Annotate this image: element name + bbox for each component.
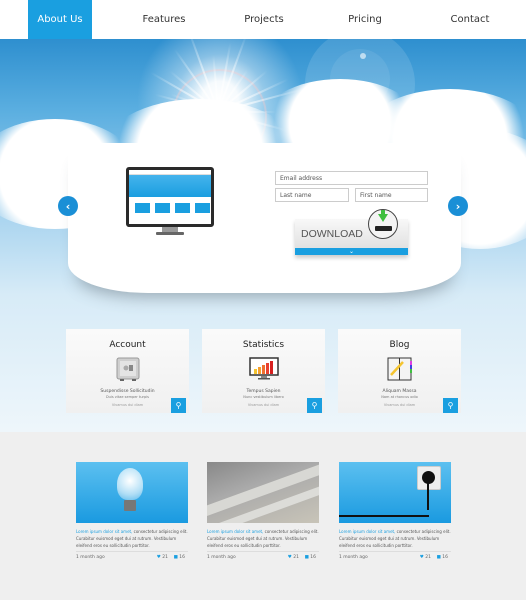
post-link[interactable]: Lorem ipsum dolor sit amet, — [339, 529, 395, 534]
download-label: DOWNLOAD — [301, 228, 363, 240]
search-button[interactable]: ⚲ — [443, 398, 458, 413]
post-link[interactable]: Lorem ipsum dolor sit amet, — [207, 529, 263, 534]
search-button[interactable]: ⚲ — [171, 398, 186, 413]
comments-count[interactable]: ■ 16 — [174, 555, 185, 560]
search-icon: ⚲ — [447, 401, 454, 410]
feature-card-statistics: Statistics Tempus Sapien Nunc vestibulum… — [202, 329, 325, 413]
blog-post: Lorem ipsum dolor sit amet, consectetur … — [207, 462, 319, 565]
hero-banner: Email address Last name First name DOWNL… — [0, 39, 526, 432]
likes-count[interactable]: ♥ 21 — [288, 555, 299, 560]
nav-features[interactable]: Features — [126, 0, 202, 39]
search-icon: ⚲ — [311, 401, 318, 410]
notebook-pencil-icon — [387, 357, 413, 385]
nav-pricing[interactable]: Pricing — [327, 0, 403, 39]
abstract-stripes-image[interactable] — [207, 462, 319, 523]
post-link[interactable]: Lorem ipsum dolor sit amet, — [76, 529, 132, 534]
likes-count[interactable]: ♥ 21 — [157, 555, 168, 560]
card-title: Blog — [389, 340, 410, 350]
likes-count[interactable]: ♥ 21 — [420, 555, 431, 560]
slider-next-button[interactable]: › — [448, 196, 468, 216]
heart-icon: ♥ — [287, 555, 292, 560]
light-bulb-image[interactable] — [76, 462, 188, 523]
nav-contact[interactable]: Contact — [432, 0, 508, 39]
post-date: 1 month ago — [207, 555, 236, 560]
card-title: Statistics — [242, 340, 285, 350]
power-plug-image[interactable] — [339, 462, 451, 523]
comments-count[interactable]: ■ 16 — [305, 555, 316, 560]
hero-panel: Email address Last name First name DOWNL… — [68, 143, 461, 293]
heart-icon: ♥ — [156, 555, 161, 560]
card-title: Account — [109, 340, 146, 350]
monitor-illustration — [126, 167, 214, 227]
blog-post: Lorem ipsum dolor sit amet, consectetur … — [339, 462, 451, 565]
lens-flare-dot — [360, 53, 366, 59]
comment-icon: ■ — [304, 555, 309, 560]
slider-prev-button[interactable]: ‹ — [58, 196, 78, 216]
search-icon: ⚲ — [175, 401, 182, 410]
chevron-down-icon: ⌄ — [295, 248, 408, 255]
post-date: 1 month ago — [76, 555, 105, 560]
nav-projects[interactable]: Projects — [226, 0, 302, 39]
post-date: 1 month ago — [339, 555, 368, 560]
search-button[interactable]: ⚲ — [307, 398, 322, 413]
heart-icon: ♥ — [419, 555, 424, 560]
safe-icon — [116, 357, 140, 385]
feature-card-account: Account Suspendisse Sollicitudin Duis vi… — [66, 329, 189, 413]
bar-chart-monitor-icon — [248, 357, 279, 385]
feature-card-blog: Blog Aliquam Massa Nam at rhoncus odio V… — [338, 329, 461, 413]
email-field[interactable]: Email address — [275, 171, 428, 185]
chevron-left-icon: ‹ — [65, 199, 71, 213]
comment-icon: ■ — [436, 555, 441, 560]
top-navigation: About Us Features Projects Pricing Conta… — [0, 0, 526, 39]
nav-about-us[interactable]: About Us — [28, 0, 92, 39]
last-name-field[interactable]: Last name — [275, 188, 349, 202]
first-name-field[interactable]: First name — [355, 188, 428, 202]
comment-icon: ■ — [173, 555, 178, 560]
download-drive-icon — [368, 209, 398, 239]
comments-count[interactable]: ■ 16 — [437, 555, 448, 560]
download-button[interactable]: DOWNLOAD ⌄ — [295, 209, 408, 255]
blog-post: Lorem ipsum dolor sit amet, consectetur … — [76, 462, 188, 565]
chevron-right-icon: › — [455, 199, 461, 213]
